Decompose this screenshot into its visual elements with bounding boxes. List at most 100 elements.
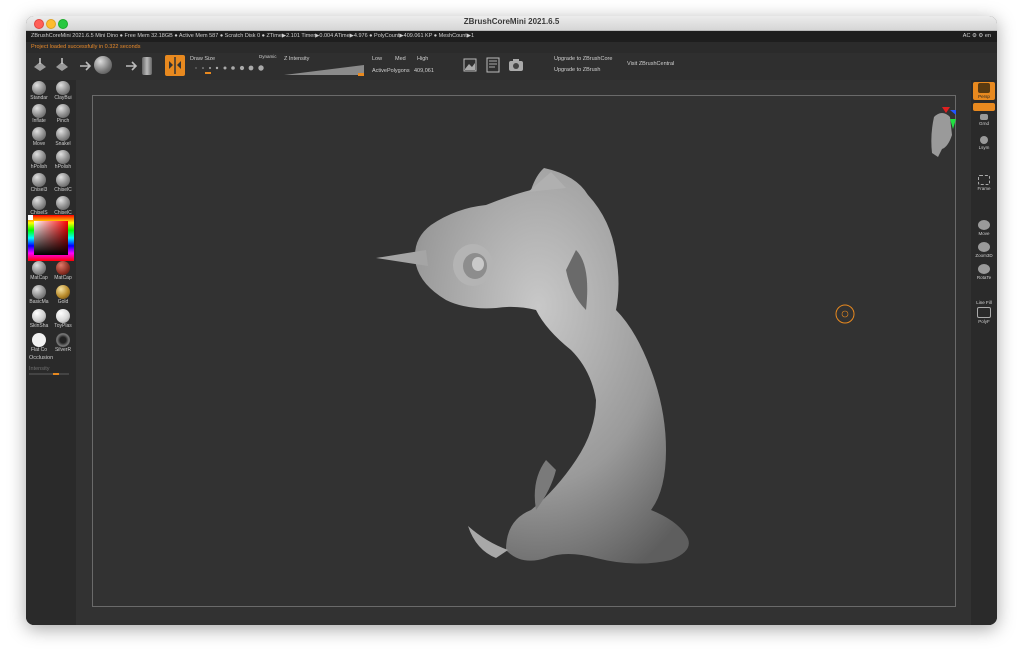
med-option[interactable]: Med [395,56,406,62]
brush-inflate[interactable]: Inflate [27,104,51,124]
gold-material-icon [56,285,70,299]
right-panel: Persp Grnd Lsym Frame Move Zoom3D RotaTe… [971,80,997,625]
draw-size-slider[interactable] [192,63,272,75]
material-matcap-1[interactable]: MatCap [27,261,51,281]
grnd-icon [980,114,988,120]
brush-snakehook-icon [56,127,70,141]
brush-chiselc-icon-2 [56,196,70,210]
zoom-magnifier-icon [978,242,990,252]
info-right-controls[interactable]: AC ⚙ ⚙ en [963,31,991,42]
z-intensity-slider[interactable] [284,63,368,77]
rotate-button[interactable]: RotaTe [973,264,995,280]
lsym-icon [980,136,988,144]
dino-sculpt[interactable] [76,80,971,625]
arrow-right-icon [80,61,92,71]
brush-pinch-icon [56,104,70,118]
high-option[interactable]: High [417,56,428,62]
material-flatcolor[interactable]: Flat Co [27,333,51,353]
brush-hpolish-1[interactable]: hPolish [27,150,51,170]
arrow-right-icon-2 [126,61,138,71]
persp-button[interactable]: Persp [973,82,995,100]
flatcolor-icon [32,333,46,347]
brush-standard-icon [32,81,46,95]
grnd-button[interactable]: Grnd [973,114,995,126]
material-gold[interactable]: Gold [51,285,75,305]
matcap-icon [32,261,46,275]
silver-material-icon [56,333,70,347]
material-silver[interactable]: SilverR [51,333,75,353]
canvas-viewport[interactable] [76,80,971,625]
navigation-head-gizmo[interactable] [928,105,956,165]
brush-hpolish-icon [32,150,46,164]
window-title: ZBrushCoreMini 2021.6.5 [463,17,560,26]
brush-chiselc-2[interactable]: ChiselC [51,196,75,216]
material-toyplastic[interactable]: ToyPlas [51,309,75,329]
brush-hpolish-icon-2 [56,150,70,164]
intensity-slider-handle[interactable] [53,373,59,375]
z-intensity-label: Z Intensity [284,56,310,62]
left-panel: Standar ClayBui Inflate Pinch Move Snake… [26,80,76,625]
brush-move[interactable]: Move [27,127,51,147]
brush-cursor [835,304,855,324]
floor-toggle[interactable] [973,103,995,111]
dynamic-label[interactable]: Dynamic [259,54,277,59]
cylinder-tool-icon[interactable] [142,57,152,75]
document-icon[interactable] [486,57,500,73]
move-hand-icon [978,220,990,230]
active-polygons-label: ActivePolygons [372,68,410,74]
skinshade-icon [32,309,46,323]
brush-pinch[interactable]: Pinch [51,104,75,124]
visit-central-link[interactable]: Visit ZBrushCentral [627,61,674,67]
frame-icon [978,175,990,185]
info-bar: ZBrushCoreMini 2021.6.5 Mini Dino ● Free… [26,31,997,42]
color-picker[interactable] [28,215,74,261]
brush-chiselc-1[interactable]: ChiselC [51,173,75,193]
material-skinshade[interactable]: SkinSha [27,309,51,329]
brush-chisels-icon [32,196,46,210]
brush-move-icon [32,127,46,141]
low-option[interactable]: Low [372,56,382,62]
load-tool-icon[interactable] [32,57,48,73]
polyframe-grid-icon [977,307,991,318]
polyf-button[interactable]: PolyF [973,307,995,324]
active-polygons-value: 409,061 [414,68,434,74]
status-notice: Project loaded successfully in 0.322 sec… [26,42,997,53]
sphere-tool-icon[interactable] [94,56,112,74]
brush-claybuildup-icon [56,81,70,95]
rotate-icon [978,264,990,274]
move-button[interactable]: Move [973,220,995,236]
camera-icon[interactable] [507,56,525,74]
symmetry-icon [169,57,181,74]
brush-claybuildup[interactable]: ClayBui [51,81,75,101]
material-matcap-2[interactable]: MatCap [51,261,75,281]
persp-icon [978,83,990,93]
zoom3d-button[interactable]: Zoom3D [973,242,995,258]
brush-standard[interactable]: Standar [27,81,51,101]
brush-snakehook[interactable]: Snakel [51,127,75,147]
symmetry-button[interactable] [165,55,185,76]
brush-hpolish-2[interactable]: hPolish [51,150,75,170]
draw-size-label: Draw Size [190,56,216,62]
brush-chisels[interactable]: ChiselS [27,196,51,216]
upgrade-core-link[interactable]: Upgrade to ZBrushCore [554,56,612,62]
linefill-label: Line Fill [976,300,992,305]
lsym-button[interactable]: Lsym [973,136,995,150]
title-bar: ZBrushCoreMini 2021.6.5 [26,16,997,31]
brush-chisel3d-icon [32,173,46,187]
image-icon[interactable] [463,58,477,72]
frame-button[interactable]: Frame [973,175,995,191]
matcap-red-icon [56,261,70,275]
toyplastic-icon [56,309,70,323]
info-text: ZBrushCoreMini 2021.6.5 Mini Dino ● Free… [31,33,475,39]
material-basic[interactable]: BasicMa [27,285,51,305]
intensity-slider[interactable] [29,373,69,375]
save-tool-icon[interactable] [54,57,70,73]
upgrade-zbrush-link[interactable]: Upgrade to ZBrush [554,67,600,73]
app-window: ZBrushCoreMini 2021.6.5 ZBrushCoreMini 2… [26,16,997,625]
brush-chisel3d[interactable]: Chisel3 [27,173,51,193]
occlusion-label[interactable]: Occlusion [29,355,53,361]
intensity-label: Intensity [29,366,50,372]
top-toolbar: Draw Size Dynamic Z Intensity Low Med Hi… [26,53,997,80]
brush-chiselc-icon [56,173,70,187]
brush-inflate-icon [32,104,46,118]
